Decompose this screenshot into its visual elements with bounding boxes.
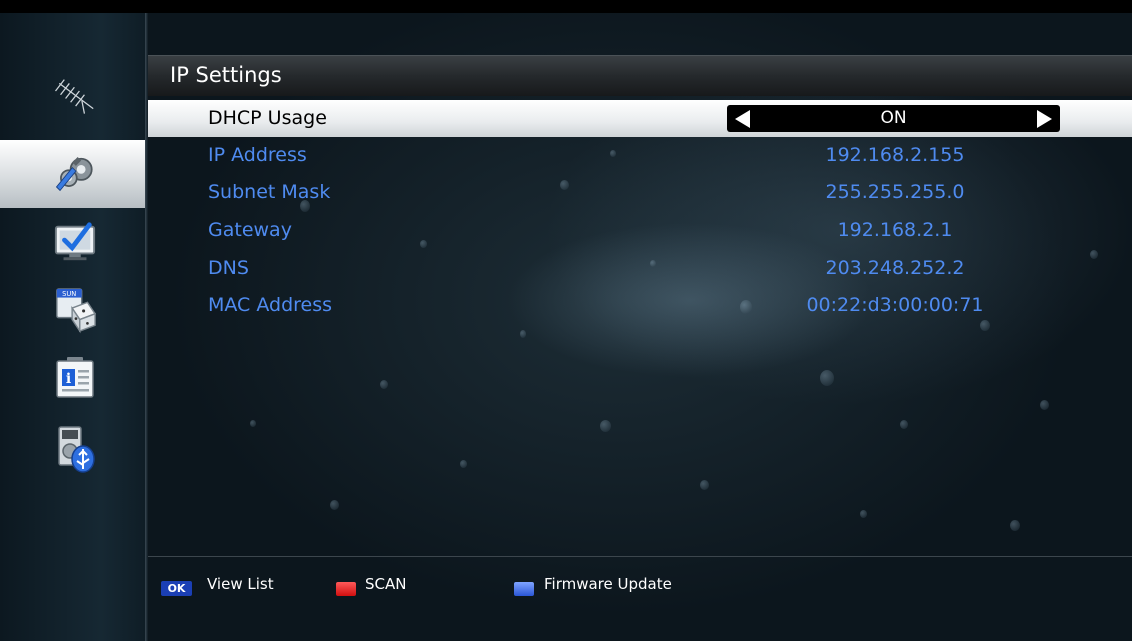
dhcp-usage-label: DHCP Usage [208, 107, 327, 129]
scan-hint: SCAN [365, 575, 407, 593]
antenna-icon [55, 79, 94, 114]
arrow-right-icon[interactable] [1037, 110, 1052, 128]
usb-device-icon [58, 426, 95, 473]
page-title: IP Settings [170, 63, 282, 87]
sidebar-item-timer[interactable]: SUN [53, 288, 97, 334]
sidebar-item-information[interactable]: i [53, 357, 97, 398]
subnet-mask-value: 255.255.255.0 [825, 181, 965, 203]
tv-menu-screen: SUN i IP Settings DHCP Usage ON IP Addre… [0, 0, 1132, 641]
sidebar-item-antenna[interactable] [53, 76, 97, 116]
dns-label: DNS [208, 257, 249, 279]
gateway-value: 192.168.2.1 [837, 219, 953, 241]
svg-text:i: i [66, 371, 71, 387]
ok-key-icon: OK [161, 581, 192, 596]
view-list-hint: View List [207, 575, 274, 593]
firmware-update-hint: Firmware Update [544, 575, 672, 593]
mac-address-value: 00:22:d3:00:00:71 [806, 294, 984, 316]
settings-gears-icon [55, 157, 93, 192]
red-key-icon [336, 582, 356, 596]
calendar-dice-icon: SUN [56, 288, 97, 334]
ip-address-value: 192.168.2.155 [825, 144, 965, 166]
sidebar-item-settings[interactable] [53, 152, 97, 192]
blue-key-icon [514, 582, 534, 596]
footer-divider [148, 556, 1132, 557]
sidebar-item-usb[interactable] [53, 426, 97, 473]
gateway-label: Gateway [208, 219, 292, 241]
ip-address-label: IP Address [208, 144, 307, 166]
mac-address-label: MAC Address [208, 294, 333, 316]
top-border [0, 0, 1132, 13]
sidebar-item-display[interactable] [53, 222, 97, 262]
info-card-icon: i [56, 357, 94, 398]
dhcp-usage-selector[interactable]: ON [727, 105, 1060, 132]
dns-value: 203.248.252.2 [825, 257, 965, 279]
tv-check-icon [54, 222, 96, 261]
section-header-bar [148, 55, 1132, 96]
dhcp-usage-value: ON [880, 108, 907, 128]
svg-text:SUN: SUN [62, 290, 76, 298]
subnet-mask-label: Subnet Mask [208, 181, 331, 203]
